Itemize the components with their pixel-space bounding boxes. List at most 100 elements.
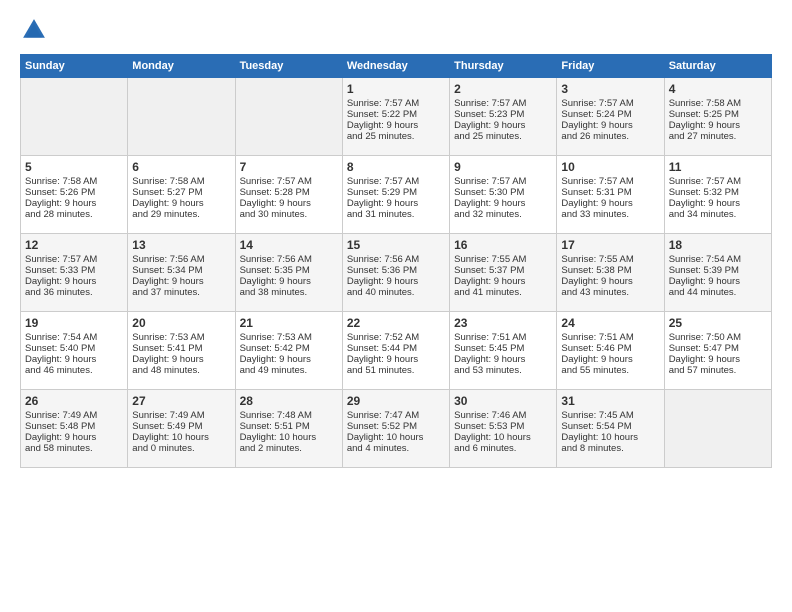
day-info-line: Sunrise: 7:52 AM — [347, 332, 445, 343]
day-info-line: Sunset: 5:37 PM — [454, 265, 552, 276]
day-info-line: Daylight: 9 hours — [669, 354, 767, 365]
day-info-line: and 8 minutes. — [561, 443, 659, 454]
day-number: 7 — [240, 160, 338, 174]
day-info-line: Sunrise: 7:57 AM — [454, 176, 552, 187]
day-info-line: Daylight: 9 hours — [669, 198, 767, 209]
day-info-line: and 28 minutes. — [25, 209, 123, 220]
day-info-line: Sunset: 5:49 PM — [132, 421, 230, 432]
calendar-cell: 27Sunrise: 7:49 AMSunset: 5:49 PMDayligh… — [128, 390, 235, 468]
day-info-line: Sunrise: 7:58 AM — [669, 98, 767, 109]
weekday-wednesday: Wednesday — [342, 55, 449, 78]
week-row-2: 12Sunrise: 7:57 AMSunset: 5:33 PMDayligh… — [21, 234, 772, 312]
day-info-line: Sunrise: 7:45 AM — [561, 410, 659, 421]
weekday-saturday: Saturday — [664, 55, 771, 78]
calendar-cell: 17Sunrise: 7:55 AMSunset: 5:38 PMDayligh… — [557, 234, 664, 312]
day-info-line: and 43 minutes. — [561, 287, 659, 298]
day-info-line: and 36 minutes. — [25, 287, 123, 298]
day-number: 13 — [132, 238, 230, 252]
day-info-line: and 53 minutes. — [454, 365, 552, 376]
day-info-line: Sunrise: 7:58 AM — [132, 176, 230, 187]
weekday-friday: Friday — [557, 55, 664, 78]
day-number: 25 — [669, 316, 767, 330]
day-number: 10 — [561, 160, 659, 174]
calendar-cell: 7Sunrise: 7:57 AMSunset: 5:28 PMDaylight… — [235, 156, 342, 234]
day-info-line: and 51 minutes. — [347, 365, 445, 376]
day-info-line: Sunset: 5:52 PM — [347, 421, 445, 432]
weekday-header-row: SundayMondayTuesdayWednesdayThursdayFrid… — [21, 55, 772, 78]
day-info-line: and 30 minutes. — [240, 209, 338, 220]
calendar-cell: 4Sunrise: 7:58 AMSunset: 5:25 PMDaylight… — [664, 78, 771, 156]
day-info-line: Sunset: 5:27 PM — [132, 187, 230, 198]
day-info-line: Sunrise: 7:54 AM — [25, 332, 123, 343]
calendar-cell: 22Sunrise: 7:52 AMSunset: 5:44 PMDayligh… — [342, 312, 449, 390]
calendar-cell: 6Sunrise: 7:58 AMSunset: 5:27 PMDaylight… — [128, 156, 235, 234]
calendar-cell: 3Sunrise: 7:57 AMSunset: 5:24 PMDaylight… — [557, 78, 664, 156]
day-info-line: Sunset: 5:24 PM — [561, 109, 659, 120]
day-info-line: Daylight: 9 hours — [240, 276, 338, 287]
calendar-table: SundayMondayTuesdayWednesdayThursdayFrid… — [20, 54, 772, 468]
calendar-cell: 15Sunrise: 7:56 AMSunset: 5:36 PMDayligh… — [342, 234, 449, 312]
day-info-line: and 37 minutes. — [132, 287, 230, 298]
weekday-sunday: Sunday — [21, 55, 128, 78]
day-info-line: Sunrise: 7:56 AM — [132, 254, 230, 265]
day-info-line: Sunrise: 7:49 AM — [132, 410, 230, 421]
day-info-line: Sunrise: 7:57 AM — [561, 176, 659, 187]
calendar-cell: 10Sunrise: 7:57 AMSunset: 5:31 PMDayligh… — [557, 156, 664, 234]
day-info-line: Sunset: 5:33 PM — [25, 265, 123, 276]
day-info-line: Daylight: 9 hours — [454, 120, 552, 131]
day-info-line: Sunset: 5:35 PM — [240, 265, 338, 276]
day-info-line: Sunset: 5:41 PM — [132, 343, 230, 354]
day-info-line: Sunset: 5:53 PM — [454, 421, 552, 432]
day-info-line: and 6 minutes. — [454, 443, 552, 454]
day-number: 17 — [561, 238, 659, 252]
logo — [20, 16, 52, 44]
day-info-line: and 31 minutes. — [347, 209, 445, 220]
day-info-line: Daylight: 9 hours — [454, 276, 552, 287]
day-info-line: Sunset: 5:30 PM — [454, 187, 552, 198]
calendar-cell: 11 Sunrise: 7:57 AMSunset: 5:32 PMDayligh… — [664, 156, 771, 234]
day-info-line: Sunset: 5:28 PM — [240, 187, 338, 198]
page: SundayMondayTuesdayWednesdayThursdayFrid… — [0, 0, 792, 612]
day-number: 11 — [669, 160, 767, 174]
day-info-line: Sunset: 5:26 PM — [25, 187, 123, 198]
logo-icon — [20, 16, 48, 44]
calendar-cell: 29Sunrise: 7:47 AMSunset: 5:52 PMDayligh… — [342, 390, 449, 468]
day-info-line: and 29 minutes. — [132, 209, 230, 220]
day-info-line: Daylight: 9 hours — [25, 354, 123, 365]
day-info-line: Daylight: 9 hours — [347, 354, 445, 365]
day-info-line: Sunset: 5:46 PM — [561, 343, 659, 354]
day-info-line: and 26 minutes. — [561, 131, 659, 142]
calendar-cell: 26Sunrise: 7:49 AMSunset: 5:48 PMDayligh… — [21, 390, 128, 468]
calendar-cell: 9Sunrise: 7:57 AMSunset: 5:30 PMDaylight… — [450, 156, 557, 234]
day-info-line: and 44 minutes. — [669, 287, 767, 298]
day-info-line: and 27 minutes. — [669, 131, 767, 142]
day-info-line: Sunset: 5:32 PM — [669, 187, 767, 198]
day-info-line: Sunrise: 7:57 AM — [347, 98, 445, 109]
day-info-line: Sunrise: 7:57 AM — [454, 98, 552, 109]
day-info-line: Daylight: 9 hours — [561, 120, 659, 131]
day-info-line: Daylight: 10 hours — [240, 432, 338, 443]
day-info-line: Sunrise: 7:56 AM — [240, 254, 338, 265]
day-number: 30 — [454, 394, 552, 408]
day-info-line: Sunrise: 7:58 AM — [25, 176, 123, 187]
day-info-line: and 25 minutes. — [347, 131, 445, 142]
day-info-line: Daylight: 9 hours — [561, 276, 659, 287]
day-info-line: Daylight: 9 hours — [347, 198, 445, 209]
day-info-line: Sunrise: 7:53 AM — [132, 332, 230, 343]
day-number: 29 — [347, 394, 445, 408]
day-info-line: Daylight: 9 hours — [25, 198, 123, 209]
calendar-cell — [235, 78, 342, 156]
day-number: 12 — [25, 238, 123, 252]
day-info-line: Sunset: 5:22 PM — [347, 109, 445, 120]
day-info-line: and 38 minutes. — [240, 287, 338, 298]
day-info-line: and 34 minutes. — [669, 209, 767, 220]
day-info-line: Sunrise: 7:57 AM — [669, 176, 767, 187]
day-number: 4 — [669, 82, 767, 96]
day-info-line: Daylight: 9 hours — [132, 276, 230, 287]
day-info-line: Sunset: 5:48 PM — [25, 421, 123, 432]
week-row-0: 1Sunrise: 7:57 AMSunset: 5:22 PMDaylight… — [21, 78, 772, 156]
day-info-line: Sunset: 5:44 PM — [347, 343, 445, 354]
day-info-line: Daylight: 9 hours — [347, 120, 445, 131]
day-info-line: Sunrise: 7:49 AM — [25, 410, 123, 421]
day-info-line: Daylight: 9 hours — [454, 198, 552, 209]
